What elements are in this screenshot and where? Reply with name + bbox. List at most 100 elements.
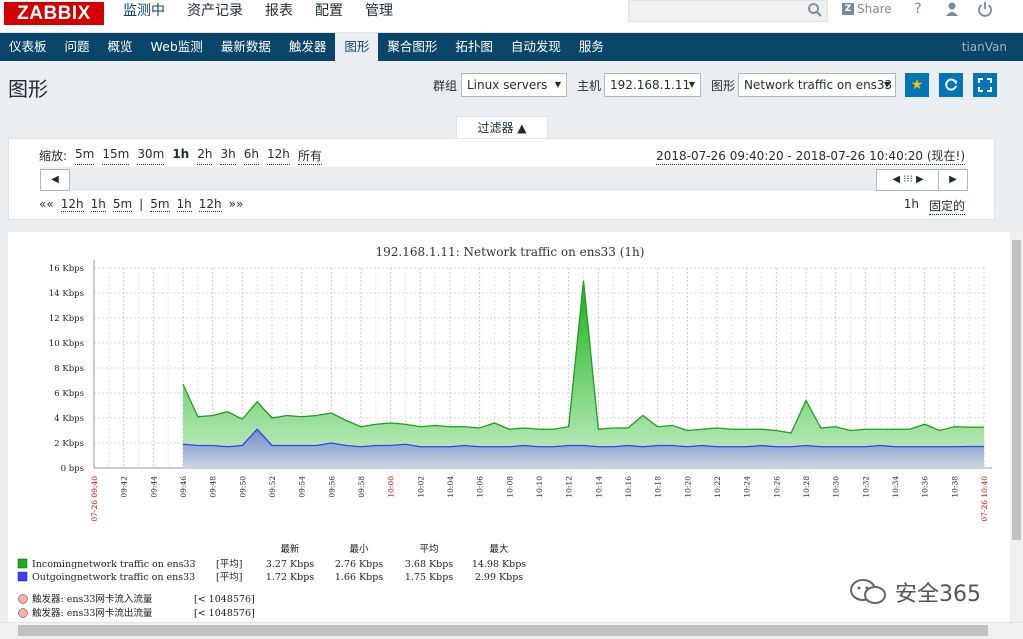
top-menu-configuration[interactable]: 配置 bbox=[304, 0, 354, 33]
horizontal-scrollbar[interactable] bbox=[0, 622, 1023, 639]
x-tick-label: 10:02 bbox=[416, 476, 425, 498]
sub-navigation: 仪表板 问题 概览 Web监测 最新数据 触发器 图形 聚合图形 拓扑图 自动发… bbox=[0, 33, 1023, 61]
zoom-5m[interactable]: 5m bbox=[75, 147, 95, 165]
top-menu-administration[interactable]: 管理 bbox=[354, 0, 404, 33]
step-fwd-5m[interactable]: 5m bbox=[150, 197, 170, 212]
step-back-12h[interactable]: 12h bbox=[60, 197, 84, 212]
nav-graphs[interactable]: 图形 bbox=[335, 33, 379, 61]
legend-value: 3.68 Kbps bbox=[405, 559, 453, 570]
y-tick-label: 16 Kbps bbox=[49, 264, 84, 274]
nav-triggers[interactable]: 触发器 bbox=[280, 33, 336, 61]
user-profile-icon[interactable] bbox=[944, 1, 960, 19]
filter-tab[interactable]: 过滤器 ▲ bbox=[456, 116, 548, 139]
x-tick-label: 09:56 bbox=[327, 476, 336, 498]
step-fwd-1h[interactable]: 1h bbox=[176, 197, 192, 212]
legend-value: 1.66 Kbps bbox=[335, 572, 383, 583]
top-menu-monitoring[interactable]: 监测中 bbox=[112, 0, 176, 33]
x-tick-label: 10:06 bbox=[476, 476, 485, 498]
nav-web[interactable]: Web监测 bbox=[142, 33, 212, 61]
star-icon: ★ bbox=[910, 77, 924, 93]
step-back-5m[interactable]: 5m bbox=[112, 197, 133, 212]
legend-func: [平均] bbox=[216, 558, 242, 570]
nav-services[interactable]: 服务 bbox=[570, 33, 613, 61]
legend-header: 最小 bbox=[349, 544, 369, 555]
top-menu-inventory[interactable]: 资产记录 bbox=[176, 0, 254, 33]
network-traffic-chart[interactable]: 192.168.1.11: Network traffic on ens33 (… bbox=[8, 232, 1008, 622]
top-menu-reports[interactable]: 报表 bbox=[254, 0, 304, 33]
timeline-next-button[interactable]: ▶ bbox=[938, 169, 968, 191]
add-to-favourites-button[interactable]: ★ bbox=[905, 73, 929, 97]
zoom-12h[interactable]: 12h bbox=[266, 147, 290, 165]
zabbix-logo[interactable]: ZABBIX bbox=[4, 2, 104, 25]
fullscreen-button[interactable] bbox=[973, 73, 997, 97]
trigger-marker bbox=[18, 594, 28, 604]
help-icon[interactable]: ? bbox=[910, 1, 926, 19]
y-tick-label: 2 Kbps bbox=[54, 439, 84, 449]
legend-value: 1.72 Kbps bbox=[266, 572, 314, 583]
refresh-button[interactable] bbox=[939, 73, 963, 97]
period-value: 1h bbox=[903, 197, 919, 211]
graph-select[interactable]: Network traffic on ens33 bbox=[738, 73, 896, 97]
share-button[interactable]: Z Share bbox=[842, 2, 892, 16]
nav-dashboard[interactable]: 仪表板 bbox=[0, 33, 56, 61]
step-fwd-12h[interactable]: 12h bbox=[198, 197, 222, 212]
horizontal-scrollbar-thumb[interactable] bbox=[18, 625, 988, 636]
fixed-toggle[interactable]: 固定的 bbox=[928, 197, 965, 215]
x-tick-label: 10:28 bbox=[802, 476, 811, 498]
nav-latest-data[interactable]: 最新数据 bbox=[212, 33, 280, 61]
graph-label: 图形 bbox=[711, 79, 736, 93]
sign-out-icon[interactable] bbox=[977, 1, 993, 19]
zoom-2h[interactable]: 2h bbox=[197, 147, 213, 165]
zoom-all[interactable]: 所有 bbox=[297, 147, 322, 165]
trigger-value: [< 1048576] bbox=[194, 594, 255, 605]
group-select[interactable]: Linux servers bbox=[461, 73, 567, 97]
chart-areas bbox=[182, 280, 984, 468]
triangle-right-icon: ▶ bbox=[949, 174, 957, 185]
zoom-3h[interactable]: 3h bbox=[220, 147, 236, 165]
step-back-1h[interactable]: 1h bbox=[90, 197, 106, 212]
x-tick-label: 10:12 bbox=[565, 476, 574, 498]
x-axis-labels: 07-26 09:40 09:42 09:44 09:46 09:48 09:50 09:5… bbox=[90, 476, 989, 522]
trigger-name: 触发器: ens33网卡流出流量 bbox=[32, 607, 153, 619]
timeline-prev-button[interactable]: ◀ bbox=[40, 169, 70, 191]
trigger-marker bbox=[18, 608, 28, 618]
x-tick-label: 10:34 bbox=[891, 476, 900, 498]
x-tick-label: 10:20 bbox=[683, 476, 692, 498]
x-tick-label: 10:32 bbox=[861, 476, 870, 498]
legend-func: [平均] bbox=[216, 571, 242, 583]
graph-panel: 192.168.1.11: Network traffic on ens33 (… bbox=[8, 232, 1013, 622]
nav-maps[interactable]: 拓扑图 bbox=[446, 33, 502, 61]
legend-series-name: Incomingnetwork traffic on ens33 bbox=[32, 559, 196, 570]
vertical-scrollbar[interactable] bbox=[1010, 232, 1023, 622]
legend-value: 1.75 Kbps bbox=[405, 572, 453, 583]
date-range[interactable]: 2018-07-26 09:40:20 - 2018-07-26 10:40:2… bbox=[656, 147, 965, 165]
slider-handle-icon: ◀ ⁝⁝⁝ ▶ bbox=[892, 174, 924, 185]
legend-swatch bbox=[17, 571, 28, 582]
search-input[interactable] bbox=[628, 0, 828, 22]
host-select[interactable]: 192.168.1.11 bbox=[604, 73, 701, 97]
zoom-label: 缩放: bbox=[39, 149, 68, 163]
search-icon[interactable] bbox=[807, 2, 823, 18]
share-icon: Z bbox=[842, 3, 854, 15]
zoom-15m[interactable]: 15m bbox=[102, 147, 130, 165]
nav-problems[interactable]: 问题 bbox=[56, 33, 99, 61]
share-label: Share bbox=[857, 2, 892, 16]
watermark: 安全365 bbox=[849, 576, 981, 608]
x-tick-label: 10:08 bbox=[505, 476, 514, 498]
nav-screens[interactable]: 聚合图形 bbox=[378, 33, 446, 61]
zoom-30m[interactable]: 30m bbox=[137, 147, 165, 165]
step-fwd-all[interactable]: »» bbox=[229, 197, 244, 212]
timeline-slider-track[interactable] bbox=[40, 167, 966, 191]
nav-discovery[interactable]: 自动发现 bbox=[502, 33, 570, 61]
chart-title: 192.168.1.11: Network traffic on ens33 (… bbox=[376, 245, 645, 259]
legend-value: 2.99 Kbps bbox=[475, 572, 523, 583]
step-back-all[interactable]: «« bbox=[39, 197, 54, 212]
vertical-scrollbar-thumb[interactable] bbox=[1012, 240, 1021, 540]
nav-overview[interactable]: 概览 bbox=[99, 33, 142, 61]
zoom-1h[interactable]: 1h bbox=[172, 147, 189, 165]
timeline-slider-handle[interactable]: ◀ ⁝⁝⁝ ▶ bbox=[876, 169, 940, 191]
y-tick-label: 4 Kbps bbox=[54, 414, 84, 424]
x-tick-label: 10:30 bbox=[832, 476, 841, 498]
zoom-6h[interactable]: 6h bbox=[243, 147, 259, 165]
y-tick-label: 12 Kbps bbox=[49, 314, 84, 324]
